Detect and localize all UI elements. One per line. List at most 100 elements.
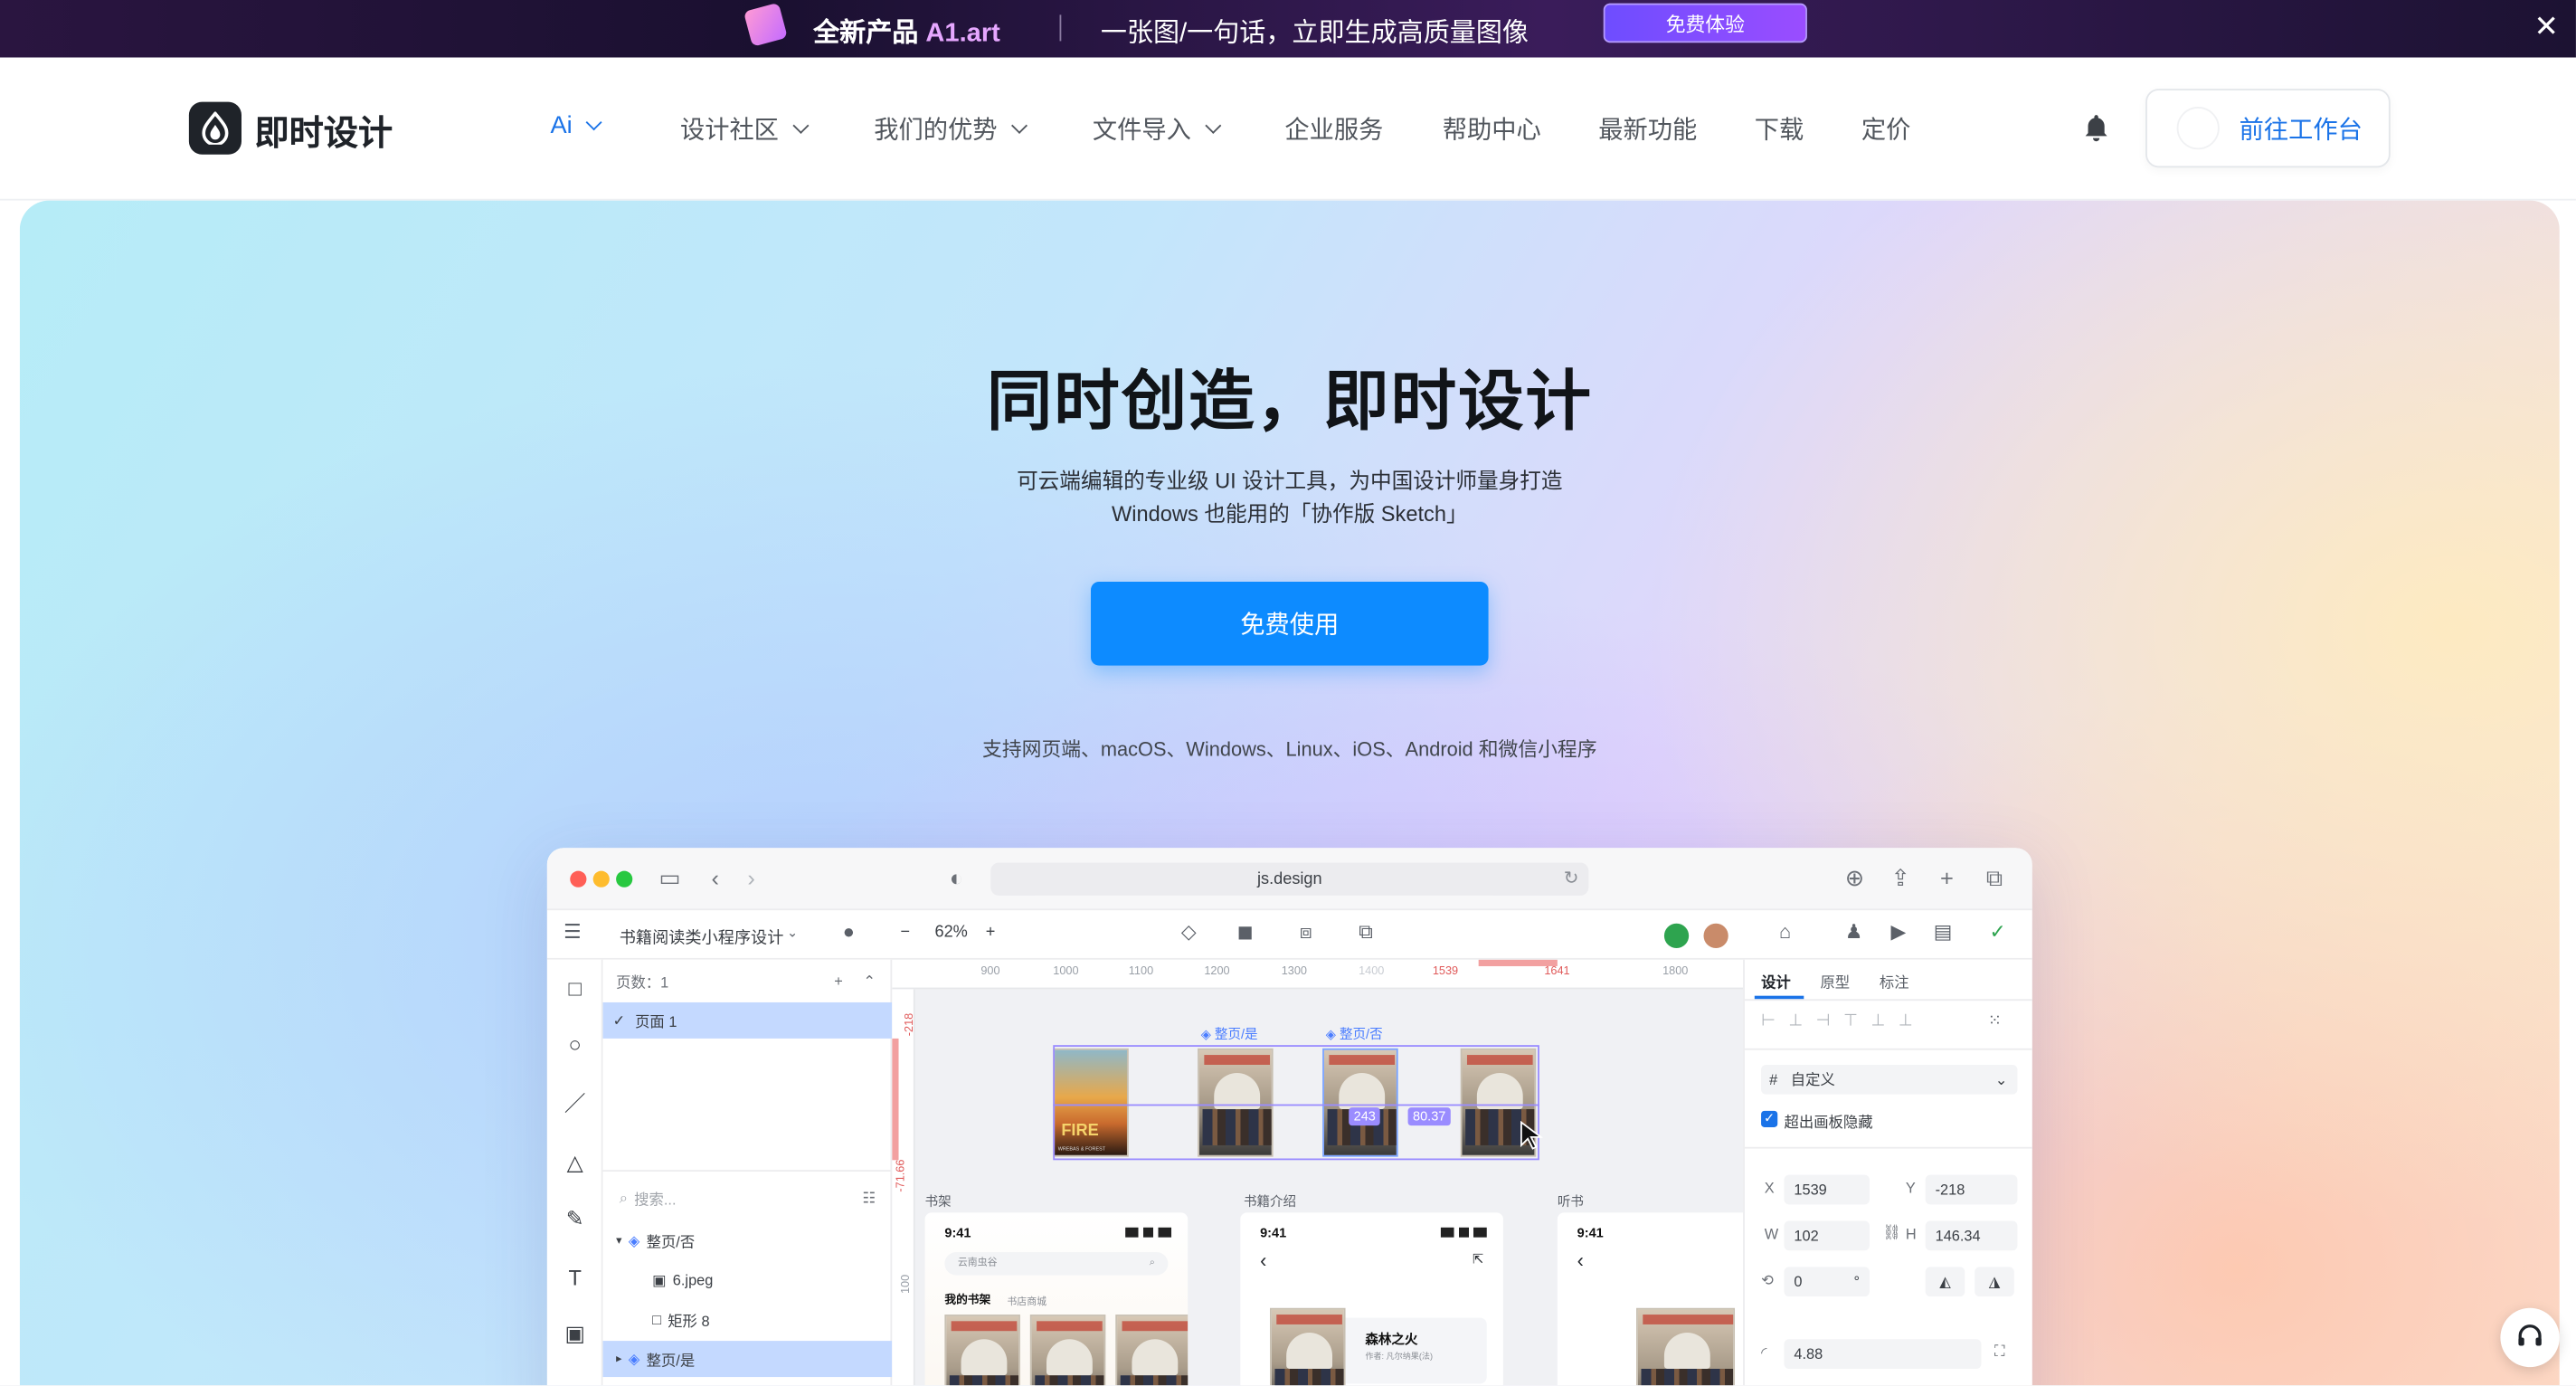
go-to-workbench-button[interactable]: 前往工作台 [2145,89,2391,168]
promo-prefix: 全新产品 [813,19,919,48]
search-icon: ⌕ [619,1189,628,1206]
nav-item-enterprise[interactable]: 企业服务 [1284,112,1383,147]
support-button[interactable] [2500,1307,2560,1368]
collaborator-avatar [1663,923,1690,949]
caret-icon: ▸ [616,1353,622,1366]
component-icon: ◈ [628,1350,640,1367]
frame-tag-label: 整页/否 [1339,1027,1383,1042]
ruler-tick: 100 [900,1274,913,1295]
book-author: 作者: 凡尔纳果(法) [1365,1352,1434,1362]
pen-tool-icon: ✎ [565,1206,584,1231]
book-cover [1029,1315,1106,1386]
saved-check-icon: ✓ [1989,920,2006,944]
rectangle-icon: □ [652,1311,661,1328]
line-tool-icon: ／ [564,1091,586,1116]
ruler-tick: 1400 [1359,965,1385,978]
menu-icon: ☰ [563,920,582,944]
promo-product-name: A1.art [925,19,1000,48]
status-bar-icons [1125,1227,1172,1238]
promo-try-button[interactable]: 免费体验 [1603,3,1807,43]
window-maximize-dot [616,870,633,888]
image-tool-icon: ▣ [564,1321,585,1346]
page-name: 页面 1 [635,1012,677,1030]
flip-vertical-icon: ◮ [1975,1267,2014,1297]
vertical-ruler: -218 -71.66 100 200 [892,989,916,1386]
measure-guide [1053,1104,1539,1106]
phone-frame-bookshelf: 9:41 云南虫谷 ⌕ 我的书架 书店商城 [924,1212,1189,1386]
workbench-label: 前往工作台 [2239,116,2363,144]
expand-corners-icon: ⛶ [1994,1342,2005,1360]
gem-icon [743,2,788,47]
canvas-frame-tag: ◈ 整页/否 [1325,1027,1383,1042]
corner-radius-icon: ◜ [1761,1343,1767,1361]
frame-icon: # [1769,1071,1778,1088]
measure-badge: 243 [1349,1107,1381,1126]
nav-item-label: 设计社区 [679,116,779,145]
layer-row: □ 矩形 8 [603,1302,893,1338]
divider [602,1170,893,1172]
nav-item-import[interactable]: 文件导入 [1092,112,1222,147]
nav-item-community[interactable]: 设计社区 [679,112,810,147]
nav-item-label: 定价 [1861,116,1911,145]
check-icon: ✓ [612,1011,626,1029]
logo-icon[interactable] [188,101,242,155]
close-icon[interactable]: ✕ [2530,10,2562,43]
nav-item-pricing[interactable]: 定价 [1861,112,1911,147]
address-bar: js.design ↻ [990,862,1589,896]
nav-item-advantages[interactable]: 我们的优势 [874,112,1028,147]
file-name: 书籍阅读类小程序设计 [619,930,784,949]
nav-item-download[interactable]: 下载 [1755,112,1804,147]
x-field: 1539 [1784,1174,1870,1205]
measure-badge: 80.37 [1407,1107,1451,1126]
rotation-value: 0 [1794,1273,1803,1290]
add-page-icon: + [834,973,843,990]
polygon-tool-icon: △ [566,1150,583,1175]
hero-subtitle-line-2: Windows 也能用的「协作版 Sketch」 [1111,500,1468,527]
window-minimize-dot [592,870,610,888]
browser-toolbar: ▭ ‹ › ◐ js.design ↻ ⊕ ⇪ + ⧉ [546,848,2032,911]
search-text: 云南虫谷 [957,1258,998,1269]
corner-radius-field: 4.88 [1784,1339,1982,1369]
layer-name: 整页/是 [646,1351,696,1369]
phone-frame-book-intro: 9:41 ‹ ⇱ 森林之火 作者: 凡尔纳果(法) [1240,1212,1503,1386]
status-bar-icons [1440,1227,1487,1238]
nav-item-label: 企业服务 [1284,116,1384,145]
ruler-tick: 1200 [1204,965,1230,978]
ruler-selection-range [892,1038,899,1161]
nav-item-help[interactable]: 帮助中心 [1443,112,1541,147]
properties-panel: 设计 原型 标注 ⊢⊥⊣⊤⊥⊥ ⁙ 自定义 # ⌄ ✓ 超出画板隐藏 X 153… [1743,959,2032,1386]
rectangle-tool-icon: □ [568,975,582,1002]
back-icon: ‹ [1577,1248,1584,1272]
reload-icon: ↻ [1563,869,1579,889]
sidebar-toggle-icon: ▭ [658,864,681,891]
component-icon: ◇ [1180,920,1197,944]
pages-count: 页数：1 [616,973,669,991]
logo-text[interactable]: 即时设计 [255,107,393,156]
shield-icon: ◐ [949,864,964,891]
status-time: 9:41 [1577,1225,1604,1241]
back-icon: ‹ [1260,1248,1267,1272]
rotation-unit: ° [1853,1273,1861,1290]
selection-outline [1053,1045,1539,1161]
hero-section: 同时创造，即时设计 可云端编辑的专业级 UI 设计工具，为中国设计师量身打造 W… [19,200,2560,1386]
editor-toolbar: ☰ 书籍阅读类小程序设计 ⌄ ● − 62% + ◇ ◼ ⧈ ⧉ ⌂ ♟ ▶ ▤… [546,910,2032,960]
top-navbar: 即时设计 Ai 设计社区 我们的优势 文件导入 企业服务 帮助中心 最新功能 下… [0,57,2576,201]
pages-header: 页数：1 + ⌃ [603,963,893,999]
ellipse-tool-icon: ○ [568,1031,582,1057]
phone-frame-audiobook: 9:41 ‹ [1557,1212,1744,1386]
nav-item-label: 文件导入 [1092,116,1191,145]
nav-item-ai[interactable]: Ai [550,112,603,139]
status-time: 9:41 [1260,1225,1287,1241]
new-tab-icon: + [1940,864,1954,891]
frame-label: 书架 [924,1194,952,1210]
canvas-frame-tag: ◈ 整页/是 [1200,1027,1258,1042]
rotation-field: 0 ° [1784,1267,1870,1297]
free-use-button[interactable]: 免费使用 [1091,581,1489,666]
rotation-icon: ⟲ [1761,1271,1774,1288]
promo-banner[interactable]: 全新产品 A1.art 一张图/一句话，立即生成高质量图像 免费体验 ✕ [0,0,2576,58]
layer-name: 整页/否 [646,1233,696,1250]
nav-item-new-features[interactable]: 最新功能 [1598,112,1697,147]
bell-icon[interactable] [2083,113,2109,143]
align-icon: ⧉ [1359,920,1373,944]
nav-item-label: 我们的优势 [874,116,998,145]
